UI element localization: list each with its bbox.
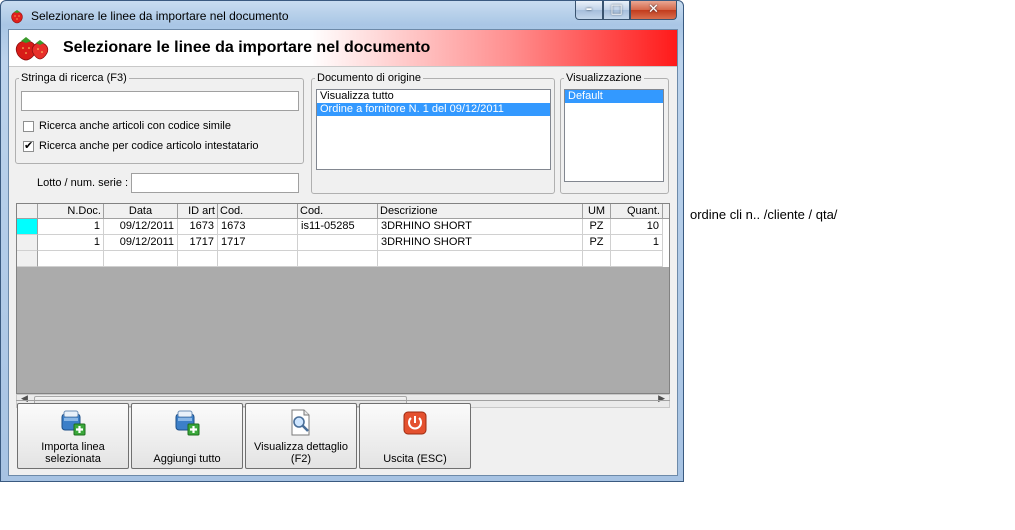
column-id-art[interactable]: ID art bbox=[178, 204, 218, 219]
cell-cod: 1673 bbox=[218, 219, 298, 235]
exit-label: Uscita (ESC) bbox=[383, 453, 447, 465]
origin-document-list[interactable]: Visualizza tutto Ordine a fornitore N. 1… bbox=[316, 89, 551, 170]
button-bar: Importa linea selezionata Aggiungi tutto bbox=[16, 400, 670, 470]
exit-button[interactable]: Uscita (ESC) bbox=[359, 403, 471, 469]
minimize-icon: – bbox=[585, 2, 593, 17]
column-ndoc[interactable]: N.Doc. bbox=[38, 204, 104, 219]
add-all-button[interactable]: Aggiungi tutto bbox=[131, 403, 243, 469]
search-input[interactable] bbox=[21, 91, 299, 111]
cell-quant bbox=[611, 251, 663, 267]
grid-header-filler bbox=[663, 204, 669, 219]
strawberry-icon bbox=[13, 34, 53, 65]
cell-cod: 1717 bbox=[218, 235, 298, 251]
cell-cod-holder: is11-05285 bbox=[298, 219, 378, 235]
close-icon: ✕ bbox=[648, 2, 659, 17]
cell-cod bbox=[218, 251, 298, 267]
cell-quant: 1 bbox=[611, 235, 663, 251]
maximize-icon: □ bbox=[610, 2, 623, 17]
cell-data: 09/12/2011 bbox=[104, 219, 178, 235]
cell-cod-holder bbox=[298, 251, 378, 267]
power-icon bbox=[400, 408, 430, 441]
origin-item-all[interactable]: Visualizza tutto bbox=[317, 90, 550, 103]
import-selected-button[interactable]: Importa linea selezionata bbox=[17, 403, 129, 469]
import-selected-label: Importa linea selezionata bbox=[41, 441, 105, 465]
column-descrizione[interactable]: Descrizione bbox=[378, 204, 583, 219]
cell-ndoc bbox=[38, 251, 104, 267]
checkmark-icon: ✔ bbox=[24, 140, 34, 152]
lot-input[interactable] bbox=[131, 173, 299, 193]
view-list[interactable]: Default bbox=[564, 89, 664, 182]
magnifier-document-icon bbox=[286, 408, 316, 441]
minimize-button[interactable]: – bbox=[575, 1, 603, 20]
holder-code-label: Ricerca anche per codice articolo intest… bbox=[39, 140, 259, 152]
close-button[interactable]: ✕ bbox=[630, 1, 677, 20]
cell-id-art bbox=[178, 251, 218, 267]
similar-code-label: Ricerca anche articoli con codice simile bbox=[39, 120, 231, 132]
client-area: Selezionare le linee da importare nel do… bbox=[8, 29, 678, 476]
add-all-label: Aggiungi tutto bbox=[153, 453, 221, 465]
cell-quant: 10 bbox=[611, 219, 663, 235]
cell-id-art: 1673 bbox=[178, 219, 218, 235]
table-row-empty[interactable] bbox=[17, 251, 669, 267]
cell-um bbox=[583, 251, 611, 267]
column-data[interactable]: Data bbox=[104, 204, 178, 219]
cell-cod-holder bbox=[298, 235, 378, 251]
view-detail-button[interactable]: Visualizza dettaglio (F2) bbox=[245, 403, 357, 469]
view-group-label: Visualizzazione bbox=[566, 72, 642, 84]
grid-header-indicator bbox=[17, 204, 38, 219]
column-quant[interactable]: Quant. bbox=[611, 204, 663, 219]
lot-label: Lotto / num. serie : bbox=[37, 177, 129, 189]
column-cod-holder[interactable]: Cod. bbox=[298, 204, 378, 219]
column-um[interactable]: UM bbox=[583, 204, 611, 219]
header-banner: Selezionare le linee da importare nel do… bbox=[9, 30, 677, 67]
cell-data bbox=[104, 251, 178, 267]
cell-um: PZ bbox=[583, 235, 611, 251]
view-item-default[interactable]: Default bbox=[565, 90, 663, 103]
row-indicator[interactable] bbox=[17, 235, 38, 251]
cell-data: 09/12/2011 bbox=[104, 235, 178, 251]
holder-code-checkbox[interactable]: ✔ bbox=[23, 140, 34, 152]
table-row[interactable]: 1 09/12/2011 1717 1717 3DRHINO SHORT PZ … bbox=[17, 235, 669, 251]
grid-header: N.Doc. Data ID art Cod. Cod. Descrizione… bbox=[17, 204, 669, 219]
cell-descrizione: 3DRHINO SHORT bbox=[378, 219, 583, 235]
cell-descrizione: 3DRHINO SHORT bbox=[378, 235, 583, 251]
view-detail-label: Visualizza dettaglio (F2) bbox=[254, 441, 348, 465]
cell-um: PZ bbox=[583, 219, 611, 235]
similar-code-checkbox[interactable] bbox=[23, 121, 34, 132]
row-indicator[interactable] bbox=[17, 219, 38, 235]
table-row[interactable]: 1 09/12/2011 1673 1673 is11-05285 3DRHIN… bbox=[17, 219, 669, 235]
maximize-button[interactable]: □ bbox=[603, 1, 630, 20]
cell-ndoc: 1 bbox=[38, 219, 104, 235]
lines-grid[interactable]: N.Doc. Data ID art Cod. Cod. Descrizione… bbox=[16, 203, 670, 394]
row-indicator[interactable] bbox=[17, 251, 38, 267]
annotation-note: ordine cli n.. /cliente / qta/ bbox=[690, 207, 838, 222]
origin-item-order[interactable]: Ordine a fornitore N. 1 del 09/12/2011 bbox=[317, 103, 550, 116]
strawberry-icon bbox=[9, 8, 25, 27]
add-all-icon bbox=[172, 408, 202, 441]
app-window: Selezionare le linee da importare nel do… bbox=[0, 0, 684, 482]
import-line-icon bbox=[58, 408, 88, 441]
cell-id-art: 1717 bbox=[178, 235, 218, 251]
origin-document-label: Documento di origine bbox=[317, 72, 421, 84]
search-group-label: Stringa di ricerca (F3) bbox=[21, 72, 127, 84]
column-cod[interactable]: Cod. bbox=[218, 204, 298, 219]
cell-ndoc: 1 bbox=[38, 235, 104, 251]
window-title: Selezionare le linee da importare nel do… bbox=[31, 9, 289, 23]
cell-descrizione bbox=[378, 251, 583, 267]
page-title: Selezionare le linee da importare nel do… bbox=[63, 39, 431, 56]
